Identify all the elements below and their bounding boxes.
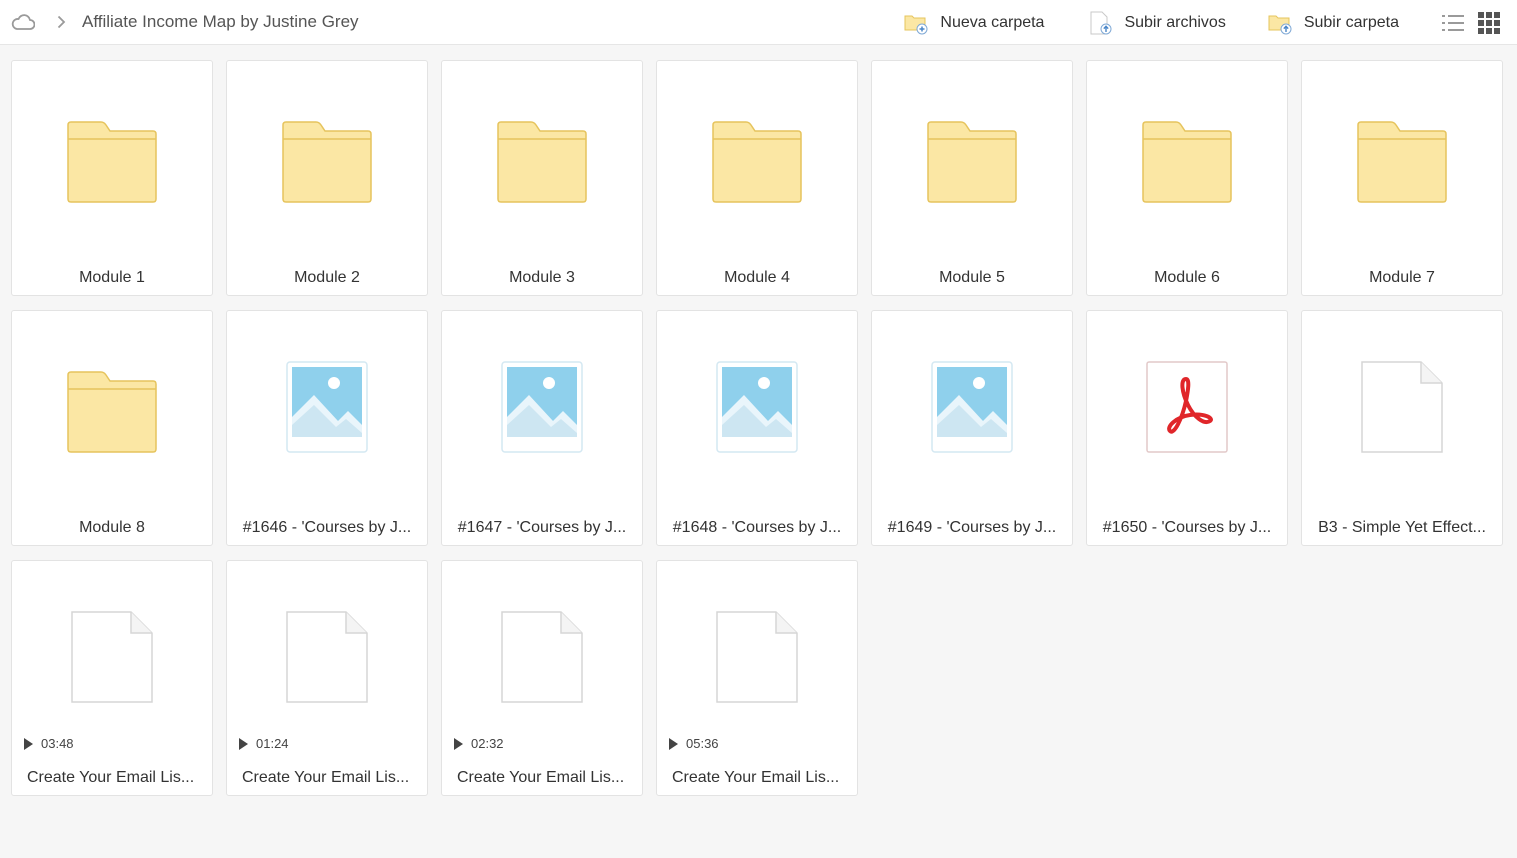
upload-folder-button[interactable]: Subir carpeta — [1266, 0, 1399, 45]
video-file-icon — [227, 611, 427, 715]
pdf-file-icon — [1087, 361, 1287, 465]
folder-icon — [1087, 121, 1287, 225]
file-tile[interactable]: 02:32 Create Your Email Lis... — [441, 560, 643, 796]
file-tile[interactable]: #1649 - 'Courses by J... — [871, 310, 1073, 546]
video-duration: 01:24 — [239, 736, 289, 751]
item-name: B3 - Simple Yet Effect... — [1318, 519, 1486, 536]
folder-tile[interactable]: Module 5 — [871, 60, 1073, 296]
file-icon — [1302, 361, 1502, 465]
item-name: #1647 - 'Courses by J... — [457, 519, 627, 536]
upload-files-label: Subir archivos — [1124, 13, 1226, 31]
item-name: Module 4 — [724, 269, 790, 286]
item-name: Create Your Email Lis... — [457, 769, 625, 786]
folder-tile[interactable]: Module 1 — [11, 60, 213, 296]
play-icon — [454, 737, 463, 750]
folder-tile[interactable]: Module 2 — [226, 60, 428, 296]
item-name: Create Your Email Lis... — [672, 769, 840, 786]
folder-icon — [1302, 121, 1502, 225]
item-name: #1648 - 'Courses by J... — [672, 519, 842, 536]
image-file-icon — [657, 361, 857, 465]
folder-tile[interactable]: Module 6 — [1086, 60, 1288, 296]
folder-icon — [657, 121, 857, 225]
file-tile[interactable]: B3 - Simple Yet Effect... — [1301, 310, 1503, 546]
video-file-icon — [442, 611, 642, 715]
item-name: Module 7 — [1369, 269, 1435, 286]
item-name: Module 3 — [509, 269, 575, 286]
image-file-icon — [442, 361, 642, 465]
duration-text: 05:36 — [686, 736, 719, 751]
folder-tile[interactable]: Module 8 — [11, 310, 213, 546]
file-tile[interactable]: 01:24 Create Your Email Lis... — [226, 560, 428, 796]
new-folder-label: Nueva carpeta — [940, 13, 1045, 31]
image-file-icon — [872, 361, 1072, 465]
folder-icon — [872, 121, 1072, 225]
file-tile[interactable]: #1650 - 'Courses by J... — [1086, 310, 1288, 546]
item-name: Module 1 — [79, 269, 145, 286]
item-name: Module 2 — [294, 269, 360, 286]
toolbar-actions: Nueva carpeta Subir archivos Subir carpe… — [902, 0, 1517, 45]
play-icon — [669, 737, 678, 750]
folder-icon — [227, 121, 427, 225]
video-file-icon — [657, 611, 857, 715]
breadcrumb-current-folder: Affiliate Income Map by Justine Grey — [82, 12, 359, 31]
item-name: Module 8 — [79, 519, 145, 536]
chevron-right-icon — [54, 11, 68, 33]
item-name: #1650 - 'Courses by J... — [1102, 519, 1272, 536]
cloud-icon[interactable] — [10, 11, 36, 33]
grid-view-icon[interactable] — [1477, 11, 1501, 35]
file-tile[interactable]: 05:36 Create Your Email Lis... — [656, 560, 858, 796]
item-name: Module 5 — [939, 269, 1005, 286]
upload-files-button[interactable]: Subir archivos — [1086, 0, 1226, 45]
upload-file-icon — [1086, 10, 1114, 36]
video-duration: 03:48 — [24, 736, 74, 751]
item-name: #1649 - 'Courses by J... — [887, 519, 1057, 536]
folder-icon — [442, 121, 642, 225]
upload-folder-icon — [1266, 10, 1294, 36]
folder-icon — [12, 121, 212, 225]
folder-icon — [12, 371, 212, 475]
file-tile[interactable]: 03:48 Create Your Email Lis... — [11, 560, 213, 796]
image-file-icon — [227, 361, 427, 465]
file-tile[interactable]: #1647 - 'Courses by J... — [441, 310, 643, 546]
video-file-icon — [12, 611, 212, 715]
folder-tile[interactable]: Module 7 — [1301, 60, 1503, 296]
upload-folder-label: Subir carpeta — [1303, 13, 1399, 31]
play-icon — [239, 737, 248, 750]
file-tile[interactable]: #1648 - 'Courses by J... — [656, 310, 858, 546]
folder-tile[interactable]: Module 3 — [441, 60, 643, 296]
video-duration: 05:36 — [669, 736, 719, 751]
item-name: Create Your Email Lis... — [27, 769, 195, 786]
duration-text: 01:24 — [256, 736, 289, 751]
play-icon — [24, 737, 33, 750]
new-folder-button[interactable]: Nueva carpeta — [902, 0, 1044, 45]
breadcrumb: Affiliate Income Map by Justine Grey — [0, 0, 359, 45]
list-view-icon[interactable] — [1441, 11, 1465, 35]
item-name: Create Your Email Lis... — [242, 769, 410, 786]
duration-text: 02:32 — [471, 736, 504, 751]
item-name: Module 6 — [1154, 269, 1220, 286]
video-duration: 02:32 — [454, 736, 504, 751]
duration-text: 03:48 — [41, 736, 74, 751]
file-grid: Module 1 Module 2 Module 3 Module 4 Module 5… — [11, 60, 1506, 796]
file-tile[interactable]: #1646 - 'Courses by J... — [226, 310, 428, 546]
item-name: #1646 - 'Courses by J... — [242, 519, 412, 536]
folder-tile[interactable]: Module 4 — [656, 60, 858, 296]
new-folder-icon — [902, 10, 930, 36]
top-bar: Affiliate Income Map by Justine Grey Nue… — [0, 0, 1517, 45]
